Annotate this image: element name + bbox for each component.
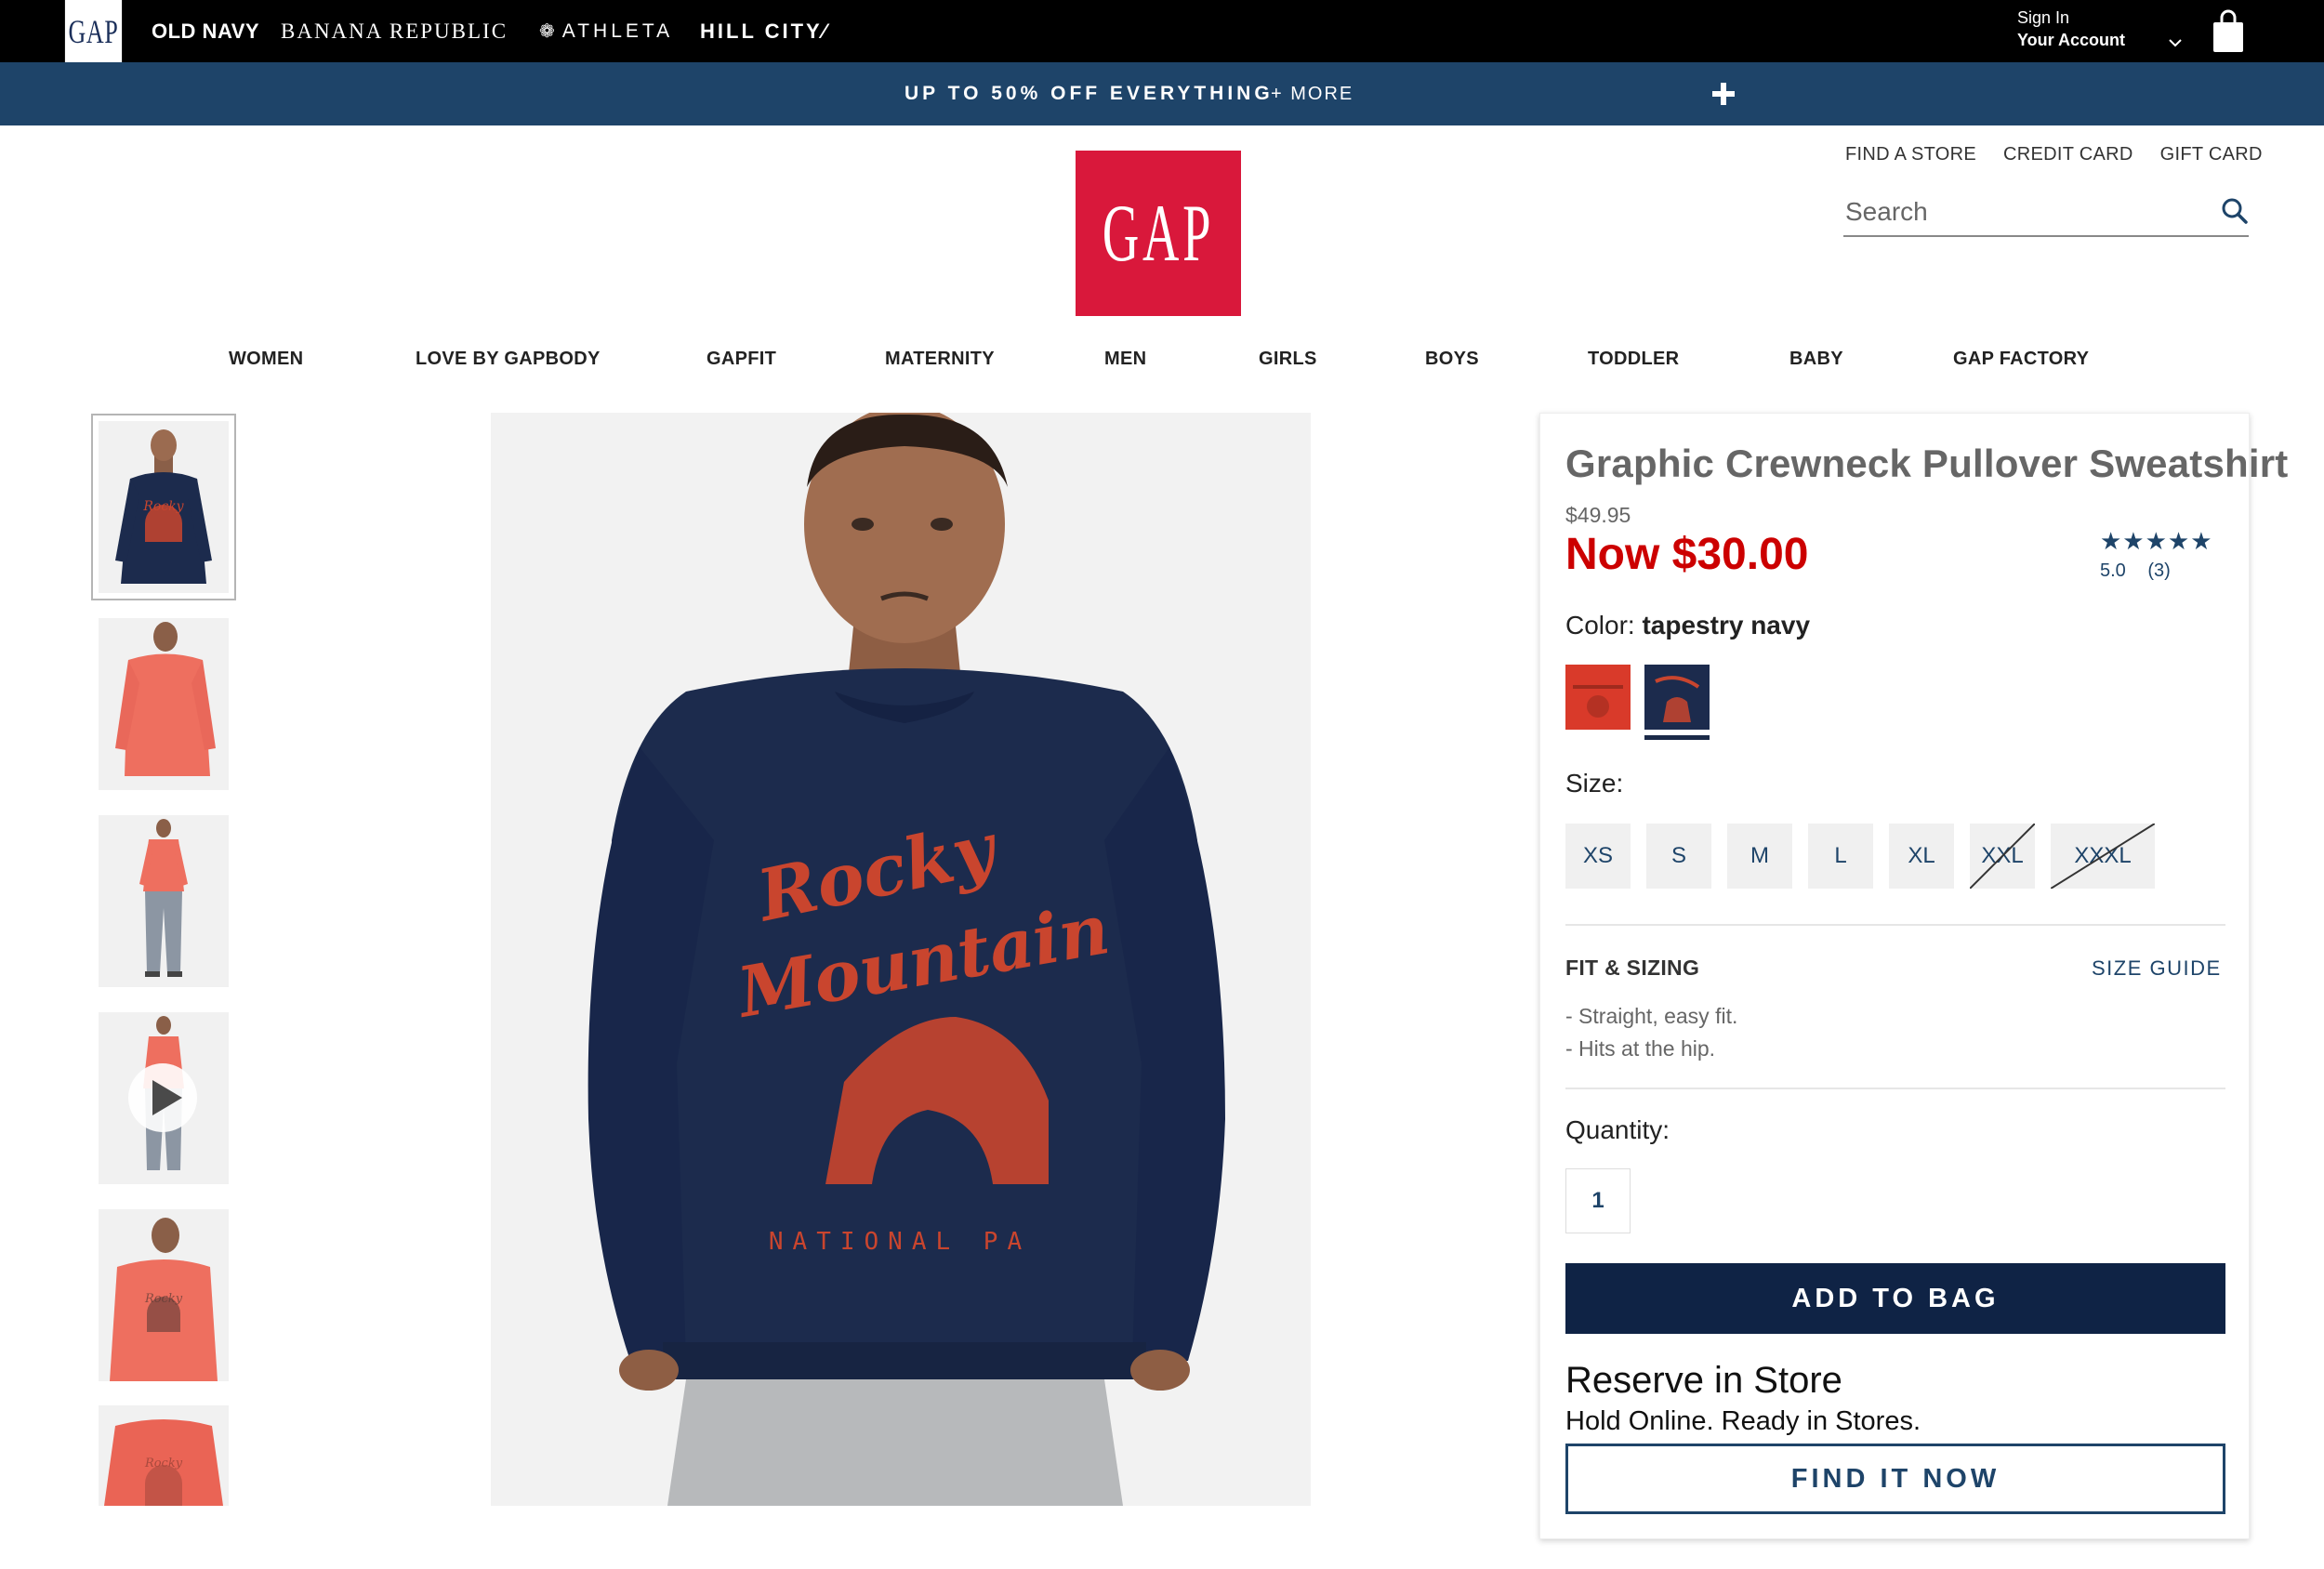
brand-bar: GAP OLD NAVY BANANA REPUBLIC ❁ ATHLETA H… — [0, 0, 2324, 62]
size-button-s[interactable]: S — [1646, 824, 1711, 889]
athleta-label: ATHLETA — [561, 20, 674, 42]
nav-item-maternity[interactable]: MATERNITY — [885, 349, 995, 370]
svg-text:Rocky: Rocky — [142, 499, 184, 514]
strikethrough-icon — [2051, 824, 2155, 889]
nav-item-girls[interactable]: GIRLS — [1259, 349, 1317, 370]
thumbnail-front-navy[interactable]: Rocky — [99, 421, 229, 593]
shopping-bag-icon[interactable] — [2208, 9, 2249, 54]
thumbnail-image: Rocky — [99, 1209, 229, 1381]
athleta-logo-icon: ❁ — [539, 21, 559, 42]
thumbnail-image — [99, 618, 229, 790]
svg-text:Rocky: Rocky — [144, 1292, 183, 1306]
divider — [1565, 924, 2225, 926]
play-icon[interactable] — [126, 1061, 199, 1134]
nav-item-baby[interactable]: BABY — [1789, 349, 1843, 370]
fit-sizing-heading: FIT & SIZING — [1565, 956, 1700, 980]
your-account-label: Your Account — [2017, 31, 2125, 49]
brand-link-athleta[interactable]: ❁ ATHLETA — [539, 0, 673, 62]
swatch-image — [1644, 665, 1710, 730]
find-a-store-link[interactable]: FIND A STORE — [1845, 144, 1976, 165]
review-count[interactable]: (3) — [2147, 560, 2170, 581]
product-photo: Rocky Mountain NATIONAL PA — [491, 413, 1311, 1506]
original-price: $49.95 — [1565, 503, 1631, 527]
nav-item-boys[interactable]: BOYS — [1425, 349, 1479, 370]
brand-link-hill-city[interactable]: HILL CITY⁄ — [700, 0, 828, 62]
nav-item-gapfit[interactable]: GAPFIT — [706, 349, 776, 370]
chevron-down-icon[interactable] — [2166, 33, 2185, 52]
sign-in-label: Sign In — [2017, 8, 2070, 27]
nav-item-men[interactable]: MEN — [1104, 349, 1146, 370]
size-button-l[interactable]: L — [1808, 824, 1873, 889]
gap-logo-text: GAP — [1102, 188, 1215, 279]
size-button-m[interactable]: M — [1727, 824, 1792, 889]
color-swatch-tapestry-navy[interactable] — [1644, 665, 1710, 730]
promo-more-link[interactable]: + MORE — [1271, 62, 1353, 125]
credit-card-link[interactable]: CREDIT CARD — [2003, 144, 2133, 165]
color-name: tapestry navy — [1642, 611, 1811, 639]
add-to-bag-button[interactable]: ADD TO BAG — [1565, 1263, 2225, 1334]
reserve-in-store-subtitle: Hold Online. Ready in Stores. — [1565, 1406, 1921, 1436]
color-label: Color: tapestry navy — [1565, 611, 1810, 640]
search-icon[interactable] — [2220, 196, 2250, 226]
fit-detail: - Hits at the hip. — [1565, 1036, 1716, 1061]
quantity-selector[interactable]: 1 — [1565, 1168, 1631, 1233]
quantity-label: Quantity: — [1565, 1115, 1670, 1144]
rating-meta: 5.0 (3) — [2100, 560, 2221, 582]
main-product-image[interactable]: Rocky Mountain NATIONAL PA — [491, 413, 1311, 1506]
nav-item-women[interactable]: WOMEN — [229, 349, 303, 370]
promo-text[interactable]: UP TO 50% OFF EVERYTHING — [905, 62, 1274, 125]
swatch-image — [1565, 665, 1631, 730]
brand-link-gap[interactable]: GAP — [64, 0, 123, 62]
gap-logo[interactable]: GAP — [1076, 151, 1241, 316]
account-menu[interactable]: Sign In Your Account — [2017, 7, 2125, 52]
header-utility-links: FIND A STORE CREDIT CARD GIFT CARD — [1845, 144, 2263, 165]
promo-bar: UP TO 50% OFF EVERYTHING + MORE — [0, 62, 2324, 125]
strikethrough-icon — [1970, 824, 2035, 889]
size-guide-link[interactable]: SIZE GUIDE — [2092, 956, 2222, 981]
thumbnail-image — [99, 815, 229, 987]
main-nav: WOMEN LOVE BY GAPBODY GAPFIT MATERNITY M… — [0, 349, 2324, 382]
reserve-in-store-title: Reserve in Store — [1565, 1360, 1842, 1401]
color-label-prefix: Color: — [1565, 611, 1635, 639]
search-box — [1843, 191, 2249, 237]
size-button-xxxl[interactable]: XXXL — [2051, 824, 2155, 889]
nav-item-gap-factory[interactable]: GAP FACTORY — [1953, 349, 2089, 370]
plus-icon[interactable] — [1709, 79, 1738, 109]
brand-link-old-navy[interactable]: OLD NAVY — [152, 0, 259, 62]
thumbnail-image: Rocky — [99, 421, 229, 593]
color-swatch-red[interactable] — [1565, 665, 1631, 730]
product-title: Graphic Crewneck Pullover Sweatshirt — [1565, 442, 2289, 485]
nav-item-love-by-gapbody[interactable]: LOVE BY GAPBODY — [416, 349, 601, 370]
selected-swatch-indicator — [1644, 735, 1710, 740]
sale-price: Now $30.00 — [1565, 530, 1809, 579]
brand-link-banana-republic[interactable]: BANANA REPUBLIC — [281, 0, 508, 62]
product-details-panel: Graphic Crewneck Pullover Sweatshirt $49… — [1539, 413, 2288, 1539]
thumbnail-image: Rocky — [99, 1405, 229, 1506]
search-input[interactable] — [1845, 194, 2199, 230]
size-button-xl[interactable]: XL — [1889, 824, 1954, 889]
graphic-text-national-park: NATIONAL PA — [769, 1228, 1031, 1256]
size-label: Size: — [1565, 769, 1624, 798]
rating-value: 5.0 — [2100, 560, 2126, 581]
thumbnail-flat-coral[interactable]: Rocky — [99, 1405, 229, 1506]
thumbnail-full-coral[interactable] — [99, 815, 229, 987]
gift-card-link[interactable]: GIFT CARD — [2160, 144, 2263, 165]
thumbnail-back-coral[interactable] — [99, 618, 229, 790]
size-button-xxl[interactable]: XXL — [1970, 824, 2035, 889]
star-rating-icon: ★★★★★ — [2100, 527, 2213, 555]
thumbnail-closeup-coral[interactable]: Rocky — [99, 1209, 229, 1381]
find-it-now-button[interactable]: FIND IT NOW — [1565, 1444, 2225, 1514]
divider — [1565, 1088, 2225, 1089]
size-button-xs[interactable]: XS — [1565, 824, 1631, 889]
fit-detail: - Straight, easy fit. — [1565, 1004, 1738, 1028]
nav-item-toddler[interactable]: TODDLER — [1588, 349, 1679, 370]
rating-summary[interactable]: ★★★★★ 5.0 (3) — [2100, 529, 2221, 582]
svg-text:Rocky: Rocky — [144, 1457, 183, 1470]
